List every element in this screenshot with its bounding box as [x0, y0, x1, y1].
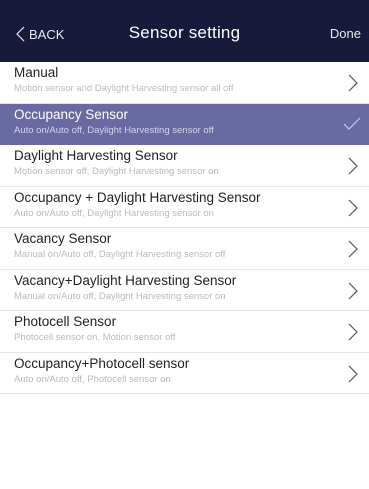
- list-item-subtitle: Manual on/Auto off, Daylight Harvesting …: [14, 290, 226, 302]
- list-item-title: Vacancy+Daylight Harvesting Sensor: [14, 272, 237, 288]
- list-item-photocell-sensor[interactable]: Photocell Sensor Photocell sensor on, Mo…: [0, 311, 369, 353]
- list-item-occupancy-sensor[interactable]: Occupancy Sensor Auto on/Auto off, Dayli…: [0, 103, 369, 145]
- list-item-title: Occupancy+Photocell sensor: [14, 355, 190, 371]
- list-item-occupancy-daylight[interactable]: Occupancy + Daylight Harvesting Sensor A…: [0, 187, 369, 228]
- chevron-right-icon: [348, 240, 358, 258]
- list-item-title: Vacancy Sensor: [14, 231, 112, 246]
- list-item-subtitle: Motion sensor and Daylight Harvesting se…: [14, 83, 234, 94]
- list-item-subtitle: Photocell sensor on, Motion sensor off: [14, 332, 176, 343]
- sensor-mode-list: Manual Motion sensor and Daylight Harves…: [0, 62, 369, 394]
- chevron-right-icon: [348, 282, 358, 299]
- list-item-subtitle: Manual on/Auto off, Daylight Harvesting …: [14, 249, 226, 260]
- done-button[interactable]: Done: [330, 26, 361, 41]
- chevron-right-icon: [348, 199, 358, 216]
- list-item-title: Daylight Harvesting Sensor: [14, 148, 178, 163]
- list-item-subtitle: Motion sensor off, Daylight Harvesting s…: [14, 166, 219, 177]
- chevron-right-icon: [348, 365, 358, 382]
- page-title: Sensor setting: [128, 23, 241, 42]
- list-item-title: Manual: [14, 65, 59, 80]
- list-item-daylight-harvesting[interactable]: Daylight Harvesting Sensor Motion sensor…: [0, 145, 369, 187]
- list-item-manual[interactable]: Manual Motion sensor and Daylight Harves…: [0, 62, 369, 104]
- list-item-subtitle: Auto on/Auto off, Daylight Harvesting se…: [14, 124, 214, 136]
- list-item-title: Photocell Sensor: [14, 314, 117, 329]
- chevron-right-icon: [348, 157, 358, 175]
- list-item-vacancy-daylight[interactable]: Vacancy+Daylight Harvesting Sensor Manua…: [0, 270, 369, 311]
- list-item-subtitle: Auto on/Auto off, Photocell sensor on: [14, 373, 171, 385]
- chevron-right-icon: [348, 323, 358, 341]
- list-item-vacancy-sensor[interactable]: Vacancy Sensor Manual on/Auto off, Dayli…: [0, 228, 369, 270]
- list-item-title: Occupancy + Daylight Harvesting Sensor: [14, 189, 261, 205]
- empty-area: [0, 404, 369, 489]
- nav-bar: BACK Sensor setting Done: [0, 0, 369, 62]
- chevron-right-icon: [348, 74, 358, 92]
- list-item-occupancy-photocell[interactable]: Occupancy+Photocell sensor Auto on/Auto …: [0, 353, 369, 394]
- checkmark-icon: [343, 117, 361, 130]
- list-item-subtitle: Auto on/Auto off, Daylight Harvesting se…: [14, 207, 214, 219]
- list-item-title: Occupancy Sensor: [14, 106, 129, 122]
